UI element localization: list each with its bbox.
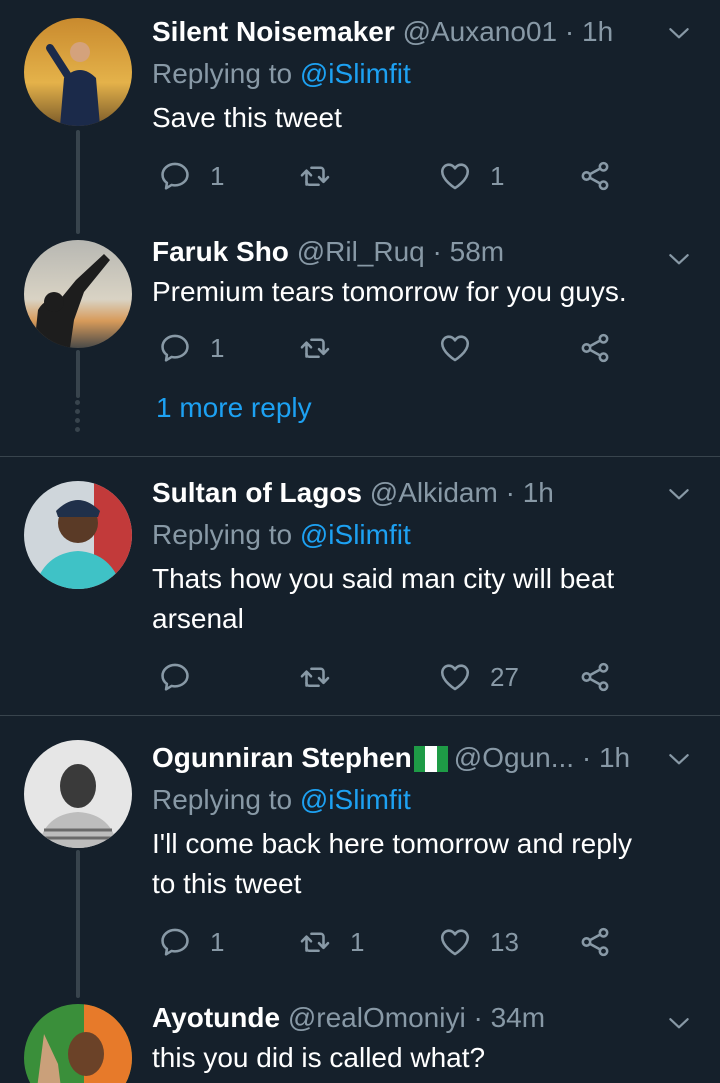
retweet-count: 1	[350, 926, 365, 957]
display-name[interactable]: Ayotunde	[152, 1002, 280, 1033]
user-handle[interactable]: @Alkidam	[370, 477, 498, 508]
reply-button[interactable]: 1	[158, 156, 224, 196]
tweet-text: Premium tears tomorrow for you guys.	[152, 276, 627, 307]
retweet-icon	[298, 331, 332, 365]
display-name[interactable]: Ogunniran Stephen	[152, 742, 412, 773]
avatar[interactable]	[24, 481, 132, 589]
replying-to: Replying to @iSlimfit	[152, 58, 411, 89]
tweet-actions: 1 1	[152, 156, 622, 196]
mention-link[interactable]: @iSlimfit	[300, 784, 411, 815]
retweet-button[interactable]	[298, 156, 350, 196]
chevron-down-icon[interactable]	[666, 246, 692, 272]
avatar[interactable]	[24, 240, 132, 348]
heart-icon	[438, 925, 472, 959]
reply-icon	[158, 159, 192, 193]
share-icon	[578, 331, 612, 365]
tweet-header: Ogunniran Stephen @Ogun... · 1h	[152, 740, 696, 776]
reply-tweet-5[interactable]: Ayotunde @realOmoniyi · 34m this you did…	[0, 998, 720, 1083]
reply-button[interactable]: 1	[158, 328, 224, 368]
reply-count: 1	[210, 160, 225, 191]
reply-button[interactable]	[158, 657, 210, 697]
chevron-down-icon[interactable]	[666, 20, 692, 46]
reply-icon	[158, 660, 192, 694]
retweet-button[interactable]	[298, 657, 350, 697]
reply-tweet-3[interactable]: Sultan of Lagos @Alkidam · 1h Replying t…	[0, 457, 720, 715]
like-button[interactable]	[438, 328, 490, 368]
reply-icon	[158, 331, 192, 365]
tweet-actions: 1 1 13	[152, 922, 622, 962]
like-count: 13	[490, 926, 519, 957]
share-icon	[578, 660, 612, 694]
user-handle[interactable]: @Ogun...	[454, 742, 574, 773]
like-button[interactable]: 1	[438, 156, 504, 196]
tweet-header: Sultan of Lagos @Alkidam · 1h	[152, 475, 696, 511]
share-icon	[578, 925, 612, 959]
heart-icon	[438, 159, 472, 193]
replying-to: Replying to @iSlimfit	[152, 784, 411, 815]
reply-button[interactable]: 1	[158, 922, 224, 962]
retweet-button[interactable]	[298, 328, 350, 368]
share-icon	[578, 159, 612, 193]
timestamp[interactable]: 58m	[450, 236, 504, 267]
avatar[interactable]	[24, 1004, 132, 1083]
timestamp[interactable]: 1h	[582, 16, 613, 47]
display-name[interactable]: Silent Noisemaker	[152, 16, 395, 47]
share-button[interactable]	[578, 156, 612, 196]
tweet-text: Save this tweet	[152, 102, 342, 133]
like-count: 1	[490, 160, 505, 191]
tweet-header: Ayotunde @realOmoniyi · 34m	[152, 1000, 696, 1036]
chevron-down-icon[interactable]	[666, 1010, 692, 1036]
display-name[interactable]: Faruk Sho	[152, 236, 289, 267]
reply-count: 1	[210, 332, 225, 363]
share-button[interactable]	[578, 922, 612, 962]
chevron-down-icon[interactable]	[666, 746, 692, 772]
share-button[interactable]	[578, 328, 612, 368]
tweet-text: I'll come back here tomorrow and reply t…	[152, 828, 632, 899]
user-handle[interactable]: @Ril_Ruq	[297, 236, 425, 267]
tweet-header: Faruk Sho @Ril_Ruq · 58m	[152, 234, 696, 270]
like-count: 27	[490, 661, 519, 692]
mention-link[interactable]: @iSlimfit	[300, 519, 411, 550]
heart-icon	[438, 660, 472, 694]
tweet-actions: 27	[152, 657, 622, 697]
avatar[interactable]	[24, 18, 132, 126]
nigeria-flag-icon	[413, 745, 448, 772]
reply-tweet-1[interactable]: Silent Noisemaker @Auxano01 · 1h Replyin…	[0, 0, 720, 234]
retweet-icon	[298, 925, 332, 959]
reply-tweet-2[interactable]: Faruk Sho @Ril_Ruq · 58m Premium tears t…	[0, 228, 720, 456]
user-handle[interactable]: @Auxano01	[403, 16, 558, 47]
retweet-button[interactable]: 1	[298, 922, 364, 962]
timestamp[interactable]: 34m	[491, 1002, 545, 1033]
timestamp[interactable]: 1h	[599, 742, 630, 773]
timestamp[interactable]: 1h	[523, 477, 554, 508]
reply-icon	[158, 925, 192, 959]
more-replies-link[interactable]: 1 more reply	[156, 392, 312, 424]
retweet-icon	[298, 660, 332, 694]
retweet-icon	[298, 159, 332, 193]
tweet-header: Silent Noisemaker @Auxano01 · 1h	[152, 14, 696, 50]
display-name[interactable]: Sultan of Lagos	[152, 477, 362, 508]
mention-link[interactable]: @iSlimfit	[300, 58, 411, 89]
tweet-actions: 1	[152, 328, 622, 368]
reply-tweet-4[interactable]: Ogunniran Stephen @Ogun... · 1h Replying …	[0, 716, 720, 998]
chevron-down-icon[interactable]	[666, 481, 692, 507]
replying-to: Replying to @iSlimfit	[152, 519, 411, 550]
tweet-text: Thats how you said man city will beat ar…	[152, 563, 615, 634]
user-handle[interactable]: @realOmoniyi	[288, 1002, 466, 1033]
heart-icon	[438, 331, 472, 365]
like-button[interactable]: 13	[438, 922, 519, 962]
like-button[interactable]: 27	[438, 657, 519, 697]
reply-count: 1	[210, 926, 225, 957]
avatar[interactable]	[24, 740, 132, 848]
share-button[interactable]	[578, 657, 612, 697]
tweet-text: this you did is called what?	[152, 1042, 486, 1073]
